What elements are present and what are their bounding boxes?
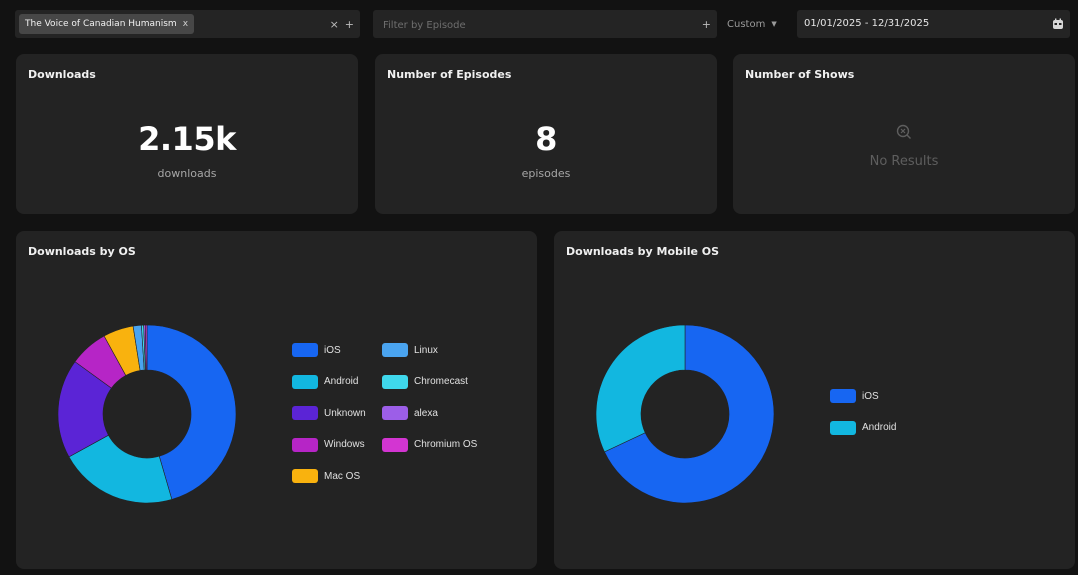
episodes-unit: episodes: [521, 167, 571, 180]
shows-card: Number of Shows No Results: [733, 54, 1075, 214]
os-legend-swatch-chromium-os: [382, 437, 408, 452]
downloads-card: Downloads 2.15k downloads: [16, 54, 358, 214]
mobile-os-legend-item-android[interactable]: Android: [830, 420, 897, 435]
episodes-value: 8: [535, 120, 557, 158]
os-legend-label-chromecast: Chromecast: [414, 376, 468, 387]
os-legend-item-unknown[interactable]: Unknown: [292, 406, 366, 420]
downloads-unit: downloads: [157, 167, 217, 180]
show-filter-field[interactable]: The Voice of Canadian Humanism x × +: [15, 10, 360, 38]
os-legend-swatch-ios: [292, 343, 318, 357]
clear-filter-icon[interactable]: ×: [330, 18, 339, 31]
os-donut-chart: [57, 324, 237, 504]
episode-filter-input[interactable]: [381, 10, 675, 40]
os-legend-label-mac-os: Mac OS: [324, 470, 361, 482]
os-legend-item-windows[interactable]: Windows: [292, 437, 365, 452]
os-legend-item-alexa[interactable]: alexa: [382, 406, 438, 420]
add-show-icon[interactable]: +: [345, 18, 354, 31]
os-legend-item-linux[interactable]: Linux: [382, 343, 438, 357]
mobile-os-donut-chart: [595, 324, 775, 504]
range-preset-label: Custom: [727, 18, 766, 30]
os-legend-swatch-unknown: [292, 406, 318, 420]
os-legend-label-alexa: alexa: [414, 407, 438, 419]
mobile-os-legend-item-ios[interactable]: iOS: [830, 389, 879, 403]
chip-remove-icon[interactable]: x: [183, 19, 188, 29]
os-legend-label-chromium-os: Chromium OS: [414, 439, 478, 450]
mobile-os-legend-label-ios: iOS: [862, 390, 879, 402]
no-results-icon: [896, 124, 911, 139]
os-legend-item-android[interactable]: Android: [292, 374, 359, 389]
shows-card-title: Number of Shows: [745, 68, 855, 81]
os-legend-swatch-chromecast: [382, 374, 408, 389]
episodes-card: Number of Episodes 8 episodes: [375, 54, 717, 214]
os-legend-label-android: Android: [324, 376, 359, 387]
range-preset-select[interactable]: Custom ▼: [727, 10, 793, 38]
os-legend-swatch-windows: [292, 437, 318, 452]
date-range-text: 01/01/2025 - 12/31/2025: [804, 18, 930, 29]
show-chip-label: The Voice of Canadian Humanism: [25, 19, 177, 29]
mobile-os-legend-label-android: Android: [862, 422, 897, 433]
mobile-os-chart-legend: iOS Android: [830, 389, 950, 449]
os-legend-label-unknown: Unknown: [324, 407, 366, 419]
dashboard: The Voice of Canadian Humanism x × + + C…: [0, 0, 1078, 575]
calendar-icon[interactable]: [1052, 18, 1064, 30]
downloads-card-title: Downloads: [28, 68, 96, 81]
mobile-os-legend-swatch-ios: [830, 389, 856, 403]
os-chart-title: Downloads by OS: [28, 245, 136, 258]
downloads-by-os-card: Downloads by OS iOS Android Unknown Windows…: [16, 231, 537, 569]
os-legend-label-linux: Linux: [414, 344, 438, 356]
downloads-value: 2.15k: [138, 120, 236, 158]
no-results-text: No Results: [869, 154, 939, 169]
filter-bar: The Voice of Canadian Humanism x × + + C…: [15, 10, 1070, 40]
episode-filter-field[interactable]: +: [373, 10, 717, 40]
episodes-card-title: Number of Episodes: [387, 68, 512, 81]
os-legend-item-ios[interactable]: iOS: [292, 343, 341, 357]
os-legend-swatch-android: [292, 374, 318, 389]
os-legend-swatch-mac-os: [292, 469, 318, 483]
os-legend-item-chromium-os[interactable]: Chromium OS: [382, 437, 478, 452]
os-legend-item-mac-os[interactable]: Mac OS: [292, 469, 360, 483]
os-legend-label-ios: iOS: [324, 344, 341, 356]
mobile-os-legend-swatch-android: [830, 420, 856, 435]
add-episode-icon[interactable]: +: [702, 18, 711, 31]
os-legend-swatch-linux: [382, 343, 408, 357]
os-chart-legend: iOS Android Unknown Windows Mac OS Linux Chrom…: [292, 343, 512, 493]
os-legend-item-chromecast[interactable]: Chromecast: [382, 374, 468, 389]
show-filter-chip[interactable]: The Voice of Canadian Humanism x: [19, 14, 195, 34]
os-legend-label-windows: Windows: [324, 439, 365, 450]
chevron-down-icon: ▼: [771, 20, 777, 28]
downloads-by-mobile-os-card: Downloads by Mobile OS iOS Android: [554, 231, 1075, 569]
date-range-field[interactable]: 01/01/2025 - 12/31/2025: [797, 10, 1070, 38]
os-legend-swatch-alexa: [382, 406, 408, 420]
mobile-os-chart-title: Downloads by Mobile OS: [566, 245, 720, 258]
mobile-os-slice-android[interactable]: [595, 324, 686, 453]
